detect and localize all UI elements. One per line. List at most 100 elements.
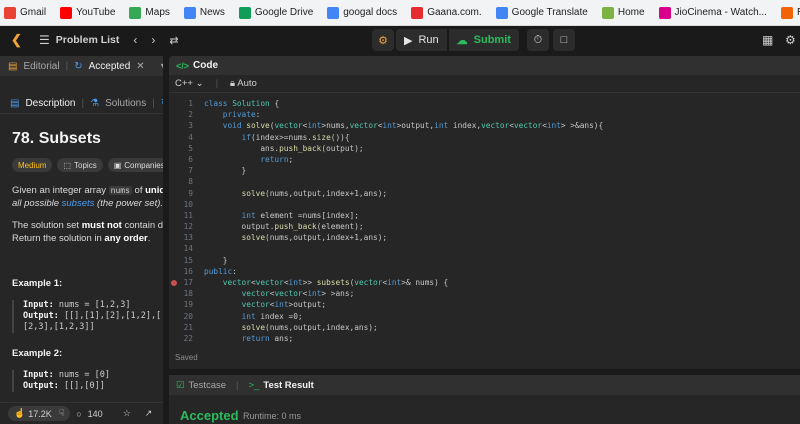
tab-test-result[interactable]: Test Result <box>263 380 314 391</box>
like-button[interactable]: ☝ 17.2K ☟ <box>8 406 71 421</box>
submit-button[interactable]: ☁ Submit <box>448 29 519 51</box>
code-line[interactable]: 14 <box>169 243 800 254</box>
topics-tag[interactable]: ⬚ Topics <box>57 158 103 172</box>
settings-gear-icon[interactable]: ⚙ <box>785 33 796 47</box>
line-number[interactable]: 12 <box>169 221 193 232</box>
line-number[interactable]: 2 <box>169 109 193 120</box>
bookmark-drive[interactable]: Google Drive <box>238 6 313 19</box>
bookmark-gmail[interactable]: Gmail <box>4 6 46 19</box>
line-number[interactable]: 3 <box>169 120 193 131</box>
line-number[interactable]: 6 <box>169 154 193 165</box>
line-number[interactable]: 9 <box>169 188 193 199</box>
comment-icon[interactable]: ○ <box>76 409 81 419</box>
breakpoint-icon[interactable] <box>171 279 177 286</box>
code-line[interactable]: 16 public: <box>169 266 800 277</box>
share-icon[interactable]: ↗ <box>145 408 153 419</box>
line-number[interactable]: 16 <box>169 266 193 277</box>
description-line-1: Given an integer array nums of unique <box>12 184 163 197</box>
code-line[interactable]: 22 return ans; <box>169 333 800 344</box>
output-value: [[],[0]] <box>58 381 105 391</box>
bookmark-docs[interactable]: googal docs <box>327 6 397 19</box>
bookmark-youtube[interactable]: YouTube <box>60 6 115 19</box>
tab-testcase[interactable]: Testcase <box>189 380 227 391</box>
next-problem-icon[interactable]: › <box>151 33 155 47</box>
code-line[interactable]: 8 <box>169 176 800 187</box>
shuffle-icon[interactable]: ⇄ <box>169 34 178 47</box>
code-line[interactable]: 20 int index =0; <box>169 311 800 322</box>
leetcode-logo-icon[interactable]: ❮ <box>11 33 25 47</box>
code-line[interactable]: 15 } <box>169 255 800 266</box>
line-number[interactable]: 10 <box>169 199 193 210</box>
code-line[interactable]: 21 solve(nums,output,index,ans); <box>169 322 800 333</box>
star-icon[interactable]: ☆ <box>123 408 131 419</box>
line-number[interactable]: 18 <box>169 288 193 299</box>
line-number[interactable]: 5 <box>169 143 193 154</box>
companies-tag[interactable]: ▣ Companies <box>107 158 163 172</box>
line-number[interactable]: 19 <box>169 299 193 310</box>
bookmark-news[interactable]: News <box>183 6 225 19</box>
code-line[interactable]: 11 int element =nums[index]; <box>169 210 800 221</box>
run-button[interactable]: ▶ Run <box>396 29 447 51</box>
difficulty-badge[interactable]: Medium <box>12 158 53 172</box>
bookmark-maps[interactable]: Maps <box>129 6 170 19</box>
bookmark-translate[interactable]: Google Translate <box>495 6 588 19</box>
code-line[interactable]: 9 solve(nums,output,index+1,ans); <box>169 188 800 199</box>
prev-problem-icon[interactable]: ‹ <box>133 33 137 47</box>
description-panel: ▤ Editorial | ↻ Accepted ✕ ▾ ▤ Descripti… <box>0 56 163 424</box>
line-number[interactable]: 4 <box>169 132 193 143</box>
tab-description[interactable]: Description <box>25 98 75 109</box>
problem-list-icon[interactable]: ☰ <box>39 33 50 47</box>
code-line[interactable]: 18 vector<vector<int> >ans; <box>169 288 800 299</box>
bookmark-gaana[interactable]: Gaana.com. <box>411 6 482 19</box>
line-number[interactable]: 22 <box>169 333 193 344</box>
code-panel: </> Code C++ ⌄ | 🔒︎ Auto 1 class Solution… <box>169 56 800 369</box>
code-line[interactable]: 4 if(index>=nums.size()){ <box>169 132 800 143</box>
code-line[interactable]: 1 class Solution { <box>169 98 800 109</box>
line-number[interactable]: 7 <box>169 165 193 176</box>
code-line[interactable]: 6 return; <box>169 154 800 165</box>
debug-icon[interactable]: ⚙ <box>372 29 394 51</box>
code-line[interactable]: 2 private: <box>169 109 800 120</box>
notes-icon[interactable]: □ <box>552 29 575 51</box>
close-tab-icon[interactable]: ✕ <box>136 61 144 72</box>
code-editor[interactable]: 1 class Solution {2 private: 3 void solve(… <box>169 98 800 348</box>
line-number[interactable]: 1 <box>169 98 193 109</box>
line-number[interactable]: 15 <box>169 255 193 266</box>
home-icon <box>601 6 614 19</box>
code-line[interactable]: 13 solve(nums,output,index+1,ans); <box>169 232 800 243</box>
solutions-icon: ⚗ <box>90 98 100 109</box>
like-count: 17.2K <box>28 408 52 419</box>
line-number[interactable]: 20 <box>169 311 193 322</box>
code-line[interactable]: 7 } <box>169 165 800 176</box>
tab-accepted[interactable]: Accepted <box>89 61 131 72</box>
desc-text: all possible <box>12 198 62 209</box>
line-number[interactable]: 8 <box>169 176 193 187</box>
line-number[interactable]: 13 <box>169 232 193 243</box>
code-line[interactable]: 17 vector<vector<int>> subsets(vector<in… <box>169 277 800 288</box>
bookmark-label: Home <box>617 7 645 18</box>
bookmark-home[interactable]: Home <box>601 6 645 19</box>
bookmark-replit[interactable]: Replit <box>780 6 800 19</box>
subsets-link[interactable]: subsets <box>62 198 95 209</box>
code-line[interactable]: 10 <box>169 199 800 210</box>
line-number[interactable]: 14 <box>169 243 193 254</box>
code-line[interactable]: 19 vector<int>output; <box>169 299 800 310</box>
problem-list-link[interactable]: Problem List <box>56 34 120 46</box>
bookmark-label: Google Translate <box>511 7 588 18</box>
thumbs-down-icon[interactable]: ☟ <box>59 408 64 419</box>
line-number[interactable]: 11 <box>169 210 193 221</box>
code-line[interactable]: 5 ans.push_back(output); <box>169 143 800 154</box>
tab-editorial[interactable]: Editorial <box>23 61 59 72</box>
language-select[interactable]: C++ ⌄ <box>175 78 204 89</box>
bookmark-jiocinema[interactable]: JioCinema - Watch... <box>658 6 767 19</box>
tab-solutions[interactable]: Solutions <box>105 98 146 109</box>
timer-icon[interactable]: ⏱ <box>526 29 549 51</box>
thumbs-up-icon: ☝ <box>14 408 26 418</box>
line-number[interactable]: 21 <box>169 322 193 333</box>
code-line[interactable]: 12 output.push_back(element); <box>169 221 800 232</box>
code-line[interactable]: 3 void solve(vector<int>nums,vector<int>… <box>169 120 800 131</box>
auto-mode-toggle[interactable]: 🔒︎ Auto <box>230 78 257 89</box>
layout-grid-icon[interactable]: ▦ <box>762 33 773 47</box>
testcase-icon: ☑ <box>176 379 185 391</box>
